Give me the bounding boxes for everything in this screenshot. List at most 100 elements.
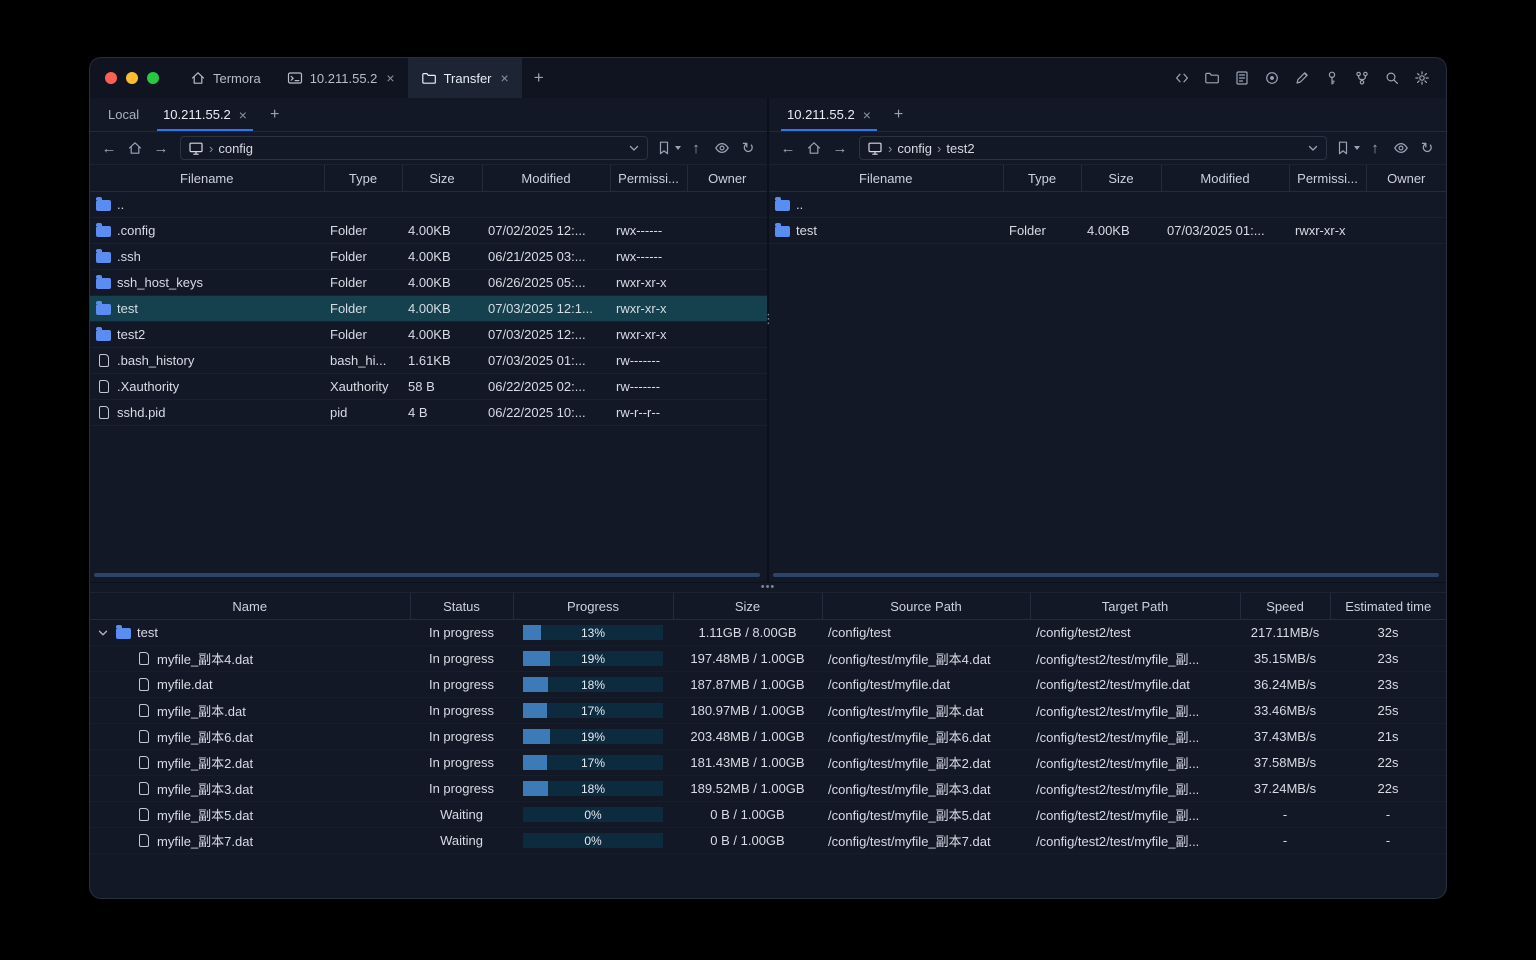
breadcrumb-item[interactable]: test2	[946, 141, 974, 156]
file-row[interactable]: .config Folder 4.00KB 07/02/2025 12:... rwx…	[90, 218, 767, 244]
bookmark-button[interactable]	[1335, 137, 1360, 159]
folder-icon[interactable]	[1200, 66, 1224, 90]
chevron-down-icon[interactable]	[1307, 142, 1319, 154]
cell-size: 4 B	[402, 400, 482, 426]
close-tab-icon[interactable]: ×	[386, 70, 394, 86]
cell-modified: 07/02/2025 12:...	[482, 218, 610, 244]
back-button[interactable]: ←	[777, 137, 799, 159]
breadcrumb-item[interactable]: config	[897, 141, 932, 156]
tab-termora[interactable]: Termora	[177, 58, 274, 98]
home-button[interactable]	[124, 137, 146, 159]
minimize-window-button[interactable]	[126, 72, 138, 84]
parent-directory-button[interactable]: ↑	[685, 137, 707, 159]
log-icon[interactable]	[1230, 66, 1254, 90]
column-target-path[interactable]: Target Path	[1029, 592, 1240, 620]
refresh-button[interactable]: ↻	[737, 137, 759, 159]
record-icon[interactable]	[1260, 66, 1284, 90]
parent-directory-button[interactable]: ↑	[1364, 137, 1386, 159]
new-tab-button[interactable]: +	[522, 58, 556, 98]
transfer-row[interactable]: myfile.dat In progress 18% 187.87MB / 1.…	[90, 672, 1446, 698]
file-row[interactable]: test Folder 4.00KB 07/03/2025 01:... rwxr-x…	[769, 218, 1446, 244]
forward-button[interactable]: →	[829, 137, 851, 159]
filename: test	[796, 223, 817, 238]
column-filename[interactable]: Filename	[90, 164, 324, 192]
tab-transfer[interactable]: Transfer ×	[407, 58, 522, 98]
column-type[interactable]: Type	[323, 164, 402, 192]
tab-remote-host[interactable]: 10.211.55.2 ×	[151, 98, 259, 131]
key-icon[interactable]	[1320, 66, 1344, 90]
column-status[interactable]: Status	[409, 592, 513, 620]
file-row[interactable]: ..	[90, 192, 767, 218]
column-permissions[interactable]: Permissi...	[609, 164, 687, 192]
column-filename[interactable]: Filename	[769, 164, 1003, 192]
breadcrumb-item[interactable]: config	[218, 141, 253, 156]
column-owner[interactable]: Owner	[1365, 164, 1446, 192]
git-branch-icon[interactable]	[1350, 66, 1374, 90]
refresh-button[interactable]: ↻	[1416, 137, 1438, 159]
show-hidden-files-icon[interactable]	[1390, 137, 1412, 159]
chevron-down-icon[interactable]	[628, 142, 640, 154]
file-row[interactable]: ..	[769, 192, 1446, 218]
transfer-row[interactable]: myfile_副本6.dat In progress 19% 203.48MB …	[90, 724, 1446, 750]
zoom-window-button[interactable]	[147, 72, 159, 84]
file-row[interactable]: .bash_history bash_hi... 1.61KB 07/03/2025…	[90, 348, 767, 374]
show-hidden-files-icon[interactable]	[711, 137, 733, 159]
settings-icon[interactable]	[1410, 66, 1434, 90]
column-size[interactable]: Size	[672, 592, 822, 620]
forward-button[interactable]: →	[150, 137, 172, 159]
transfer-row[interactable]: myfile_副本5.dat Waiting 0% 0 B / 1.00GB /…	[90, 802, 1446, 828]
column-size[interactable]: Size	[401, 164, 482, 192]
column-size[interactable]: Size	[1080, 164, 1161, 192]
path-breadcrumb[interactable]: › config	[180, 136, 648, 160]
transfer-row[interactable]: myfile_副本.dat In progress 17% 180.97MB /…	[90, 698, 1446, 724]
file-row[interactable]: sshd.pid pid 4 B 06/22/2025 10:... rw-r--r-…	[90, 400, 767, 426]
column-name[interactable]: Name	[90, 592, 410, 620]
horizontal-scrollbar[interactable]	[773, 573, 1439, 577]
cell-size: 4.00KB	[1081, 218, 1161, 244]
close-window-button[interactable]	[105, 72, 117, 84]
tab-remote-host[interactable]: 10.211.55.2 ×	[775, 98, 883, 131]
column-modified[interactable]: Modified	[1160, 164, 1289, 192]
column-estimated-time[interactable]: Estimated time	[1329, 592, 1446, 620]
cell-target-path: /config/test2/test	[1030, 620, 1240, 646]
edit-icon[interactable]	[1290, 66, 1314, 90]
bookmark-button[interactable]	[656, 137, 681, 159]
close-tab-icon[interactable]: ×	[501, 70, 509, 86]
column-owner[interactable]: Owner	[686, 164, 767, 192]
close-tab-icon[interactable]: ×	[863, 107, 871, 123]
file-row[interactable]: ssh_host_keys Folder 4.00KB 06/26/2025 05:…	[90, 270, 767, 296]
horizontal-scrollbar[interactable]	[94, 573, 760, 577]
code-icon[interactable]	[1170, 66, 1194, 90]
column-source-path[interactable]: Source Path	[821, 592, 1030, 620]
close-tab-icon[interactable]: ×	[239, 107, 247, 123]
column-type[interactable]: Type	[1002, 164, 1081, 192]
column-progress[interactable]: Progress	[512, 592, 673, 620]
transfer-row[interactable]: test In progress 13% 1.11GB / 8.00GB /co…	[90, 620, 1446, 646]
tab-local[interactable]: Local	[96, 98, 151, 131]
back-button[interactable]: ←	[98, 137, 120, 159]
home-button[interactable]	[803, 137, 825, 159]
file-row[interactable]: test2 Folder 4.00KB 07/03/2025 12:... rwxr-…	[90, 322, 767, 348]
new-pane-tab-button[interactable]: +	[259, 98, 290, 131]
file-row-selected[interactable]: test Folder 4.00KB 07/03/2025 12:1... rwxr-…	[90, 295, 767, 322]
cell-type	[1003, 192, 1081, 218]
search-icon[interactable]	[1380, 66, 1404, 90]
column-permissions[interactable]: Permissi...	[1288, 164, 1366, 192]
expander-chevron-icon[interactable]	[96, 627, 110, 639]
transfer-row[interactable]: myfile_副本4.dat In progress 19% 197.48MB …	[90, 646, 1446, 672]
cell-permissions	[1289, 192, 1366, 218]
tab-host-session[interactable]: 10.211.55.2 ×	[274, 58, 408, 98]
transfer-row[interactable]: myfile_副本7.dat Waiting 0% 0 B / 1.00GB /…	[90, 828, 1446, 854]
transfer-row[interactable]: myfile_副本2.dat In progress 17% 181.43MB …	[90, 750, 1446, 776]
cell-target-path: /config/test2/test/myfile_副...	[1030, 750, 1240, 776]
file-icon	[139, 730, 149, 743]
path-breadcrumb[interactable]: › config › test2	[859, 136, 1327, 160]
file-row[interactable]: .ssh Folder 4.00KB 06/21/2025 03:... rwx---…	[90, 244, 767, 270]
column-modified[interactable]: Modified	[481, 164, 610, 192]
file-row[interactable]: .Xauthority Xauthority 58 B 06/22/2025 02:…	[90, 374, 767, 400]
new-pane-tab-button[interactable]: +	[883, 98, 914, 131]
horizontal-splitter[interactable]: •••	[90, 582, 1446, 593]
column-speed[interactable]: Speed	[1239, 592, 1330, 620]
transfer-row[interactable]: myfile_副本3.dat In progress 18% 189.52MB …	[90, 776, 1446, 802]
progress-bar: 17%	[523, 703, 663, 718]
